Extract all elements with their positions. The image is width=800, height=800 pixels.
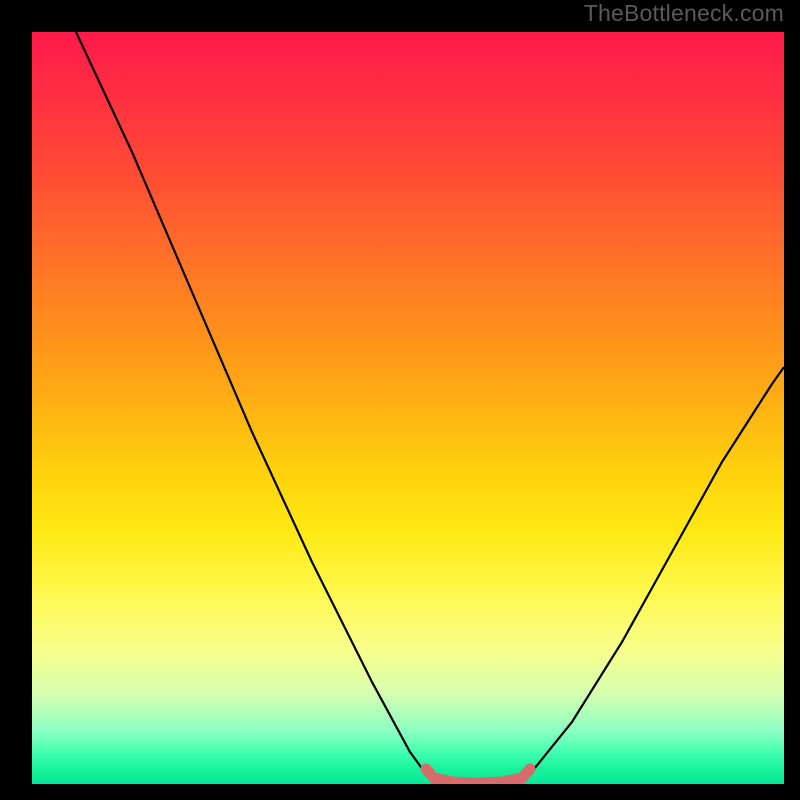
curve-overlay bbox=[32, 32, 784, 784]
plot-area bbox=[32, 32, 784, 784]
trough-marker bbox=[426, 769, 530, 783]
chart-frame: TheBottleneck.com bbox=[0, 0, 800, 800]
bottleneck-curve bbox=[76, 32, 784, 783]
watermark-text: TheBottleneck.com bbox=[584, 0, 784, 27]
